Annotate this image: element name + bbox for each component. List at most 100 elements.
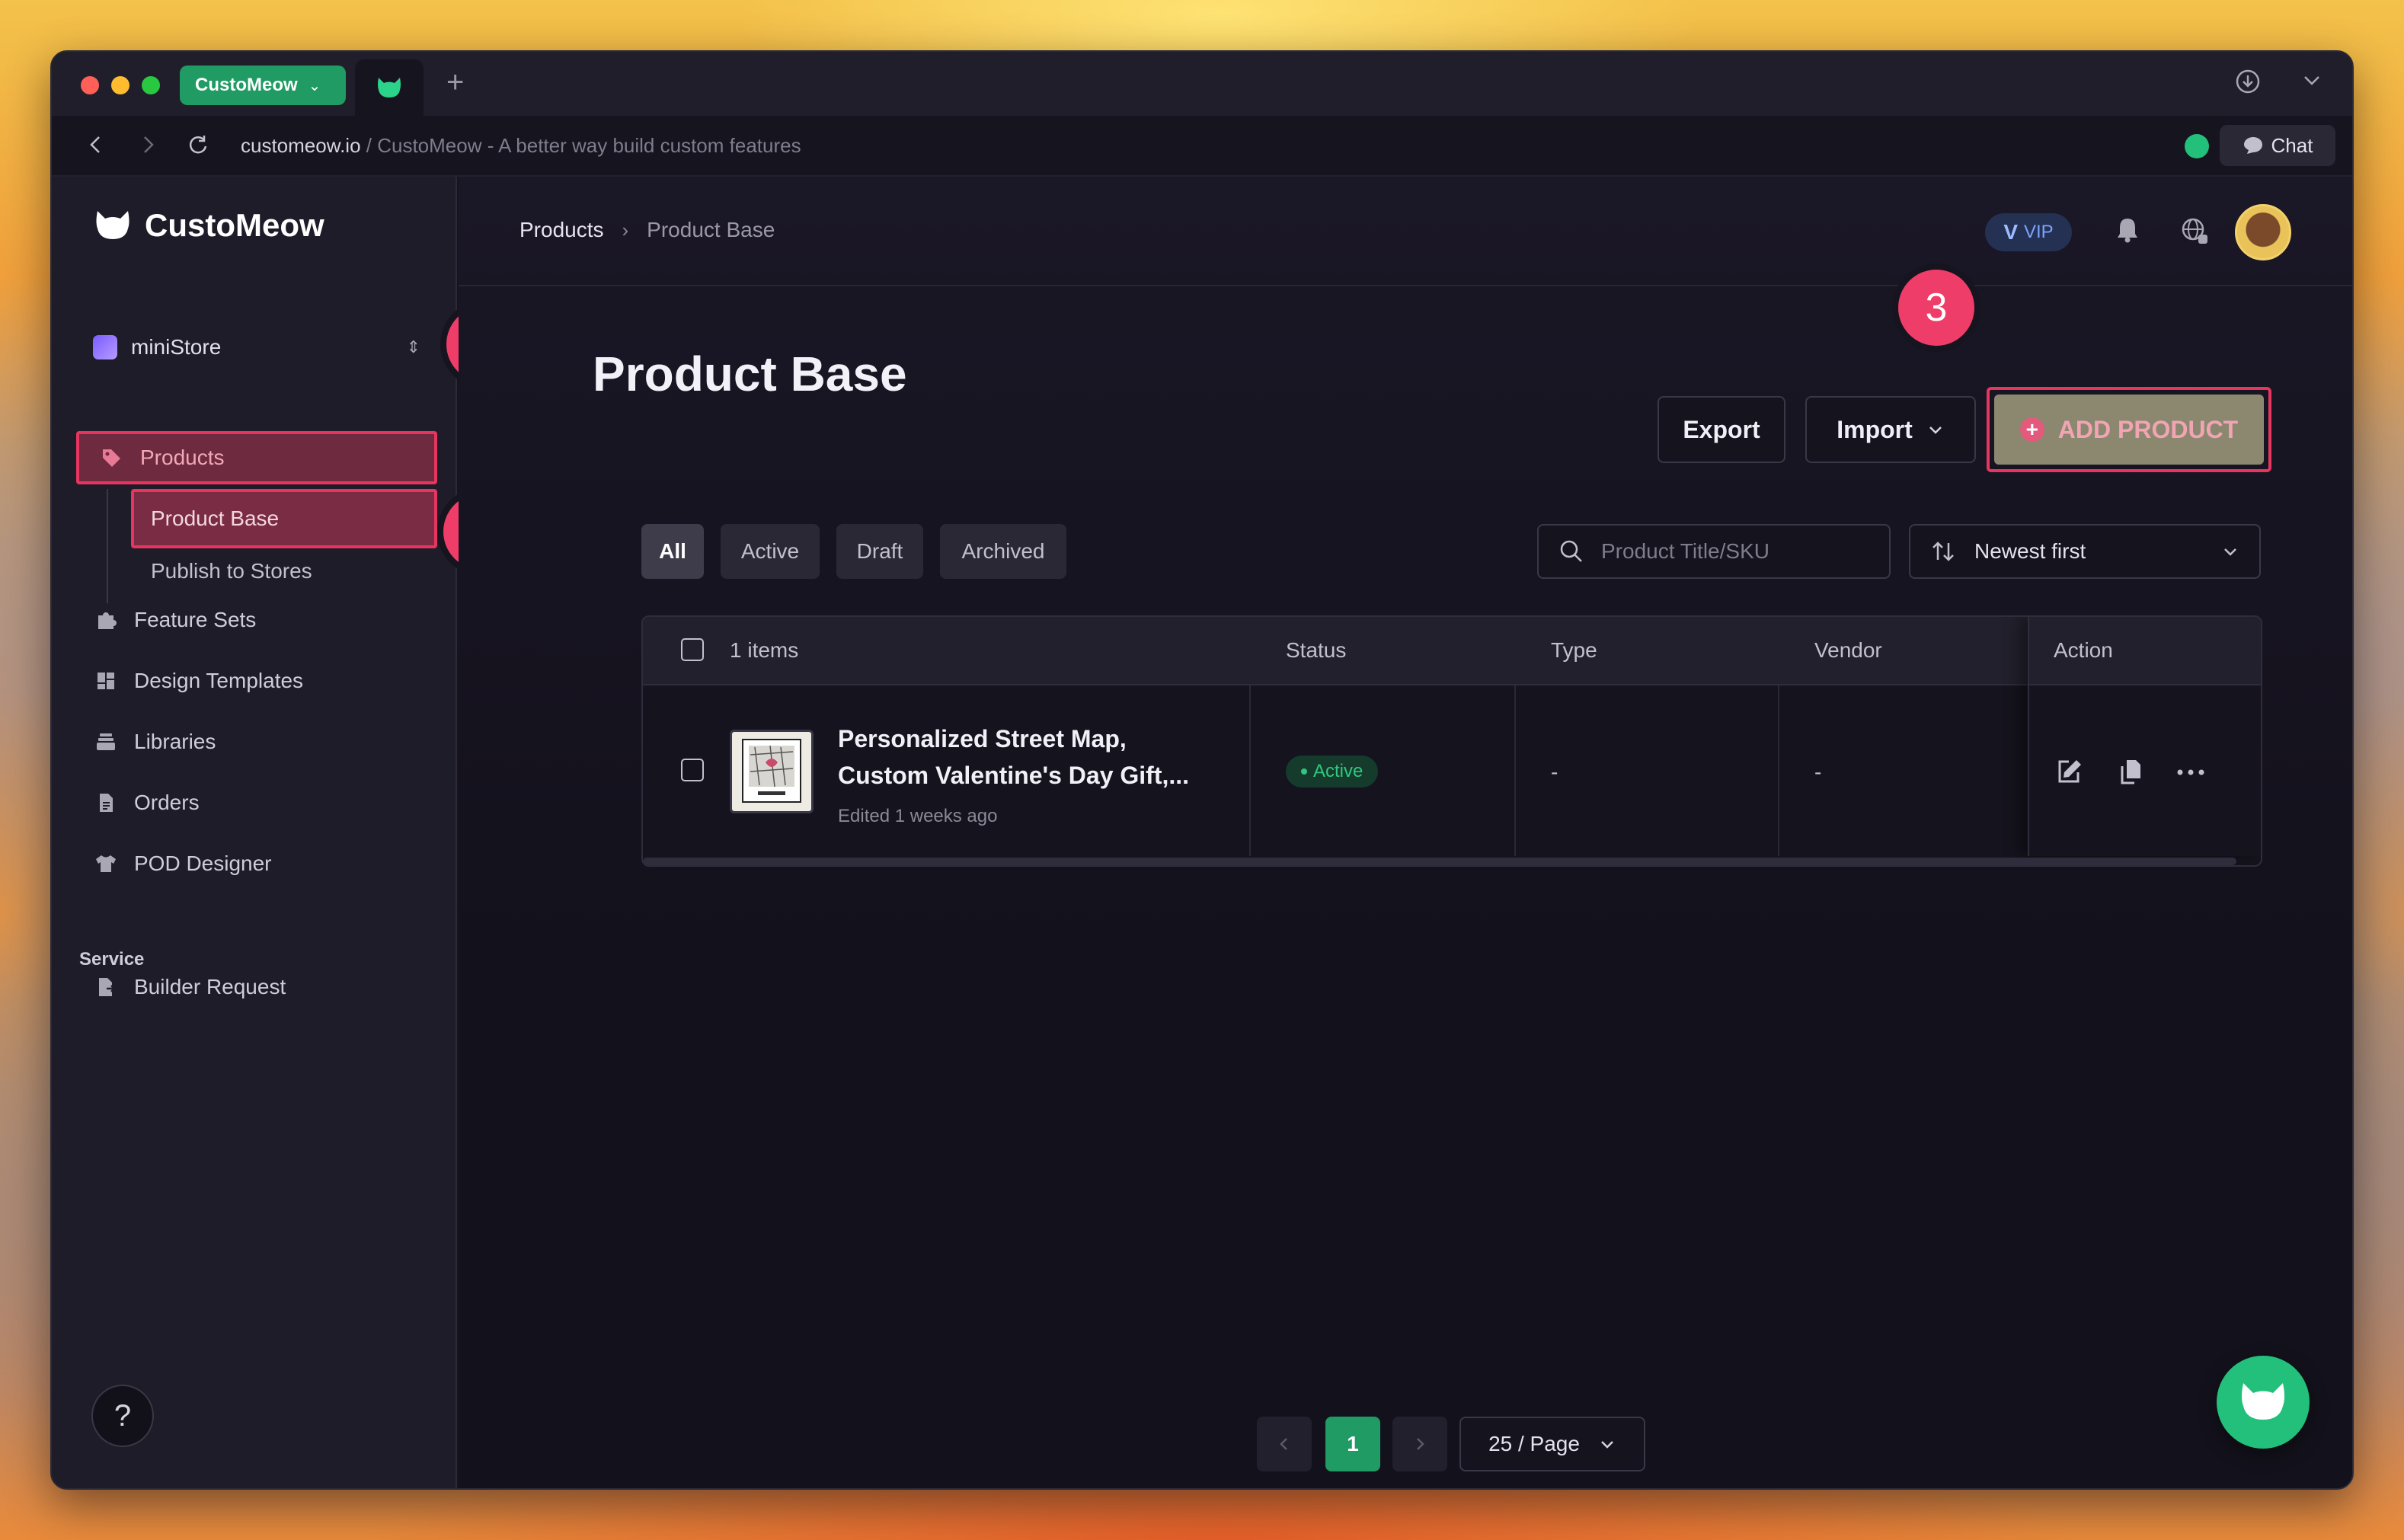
export-button[interactable]: Export — [1658, 396, 1785, 463]
sidebar-item-publish-to-stores[interactable]: Publish to Stores — [151, 559, 312, 583]
filter-tab-all[interactable]: All — [641, 524, 704, 579]
close-window-button[interactable] — [81, 76, 99, 94]
chat-bubble-icon — [2243, 137, 2262, 154]
duplicate-icon[interactable] — [2116, 757, 2147, 788]
page-1-button[interactable]: 1 — [1325, 1417, 1380, 1471]
bell-icon[interactable] — [2115, 216, 2140, 244]
filter-tab-active[interactable]: Active — [721, 524, 820, 579]
back-arrow-icon[interactable] — [82, 129, 108, 160]
header-type[interactable]: Type — [1551, 638, 1597, 663]
sidebar-item-label: Products — [140, 446, 225, 469]
globe-settings-icon[interactable] — [2180, 216, 2209, 245]
header-status[interactable]: Status — [1286, 638, 1346, 663]
url-text[interactable]: customeow.io / CustoMeow - A better way … — [241, 134, 801, 158]
table-header: 1 items Status Type Vendor Action — [643, 617, 2261, 685]
minimize-window-button[interactable] — [111, 76, 129, 94]
sidebar-item-label: Orders — [134, 791, 200, 814]
sort-select[interactable]: Newest first — [1909, 524, 2261, 579]
store-switcher[interactable]: miniStore ⇕ — [93, 329, 420, 366]
prev-page-button[interactable] — [1257, 1417, 1312, 1471]
status-badge: Active — [1286, 756, 1379, 788]
page-size-label: 25 / Page — [1488, 1432, 1580, 1455]
filter-tab-label: Archived — [961, 539, 1045, 563]
workspace-tab-label: CustoMeow — [195, 75, 298, 95]
more-options-icon[interactable] — [2174, 757, 2207, 788]
filter-tab-archived[interactable]: Archived — [940, 524, 1066, 579]
select-all-checkbox[interactable] — [681, 638, 704, 661]
chat-label: Chat — [2271, 133, 2313, 157]
brand-logo[interactable]: CustoMeow — [94, 207, 324, 244]
column-divider — [1514, 685, 1516, 856]
library-stack-icon — [94, 730, 117, 753]
horizontal-scrollbar[interactable] — [643, 858, 2236, 865]
extension-icon[interactable] — [2185, 134, 2209, 158]
sidebar-item-builder-request[interactable]: Builder Request — [94, 967, 422, 1007]
sidebar-item-label: Feature Sets — [134, 608, 257, 631]
vip-badge[interactable]: V VIP — [1985, 213, 2072, 251]
import-dropdown-button[interactable]: Import — [1805, 396, 1976, 463]
workspace-tab-pill[interactable]: CustoMeow ⌄ — [180, 65, 346, 105]
product-edited-time: Edited 1 weeks ago — [838, 806, 998, 826]
updown-chevron-icon: ⇕ — [406, 337, 420, 356]
browser-window: CustoMeow ⌄ + customeow.io / CustoMeow -… — [50, 50, 2354, 1490]
breadcrumb-products-link[interactable]: Products — [519, 218, 604, 242]
sort-arrows-icon — [1932, 542, 1954, 561]
column-divider — [1249, 685, 1251, 856]
search-input[interactable] — [1601, 539, 1875, 564]
active-tab[interactable] — [355, 59, 424, 116]
forward-arrow-icon[interactable] — [136, 129, 161, 160]
chevron-down-icon — [2224, 548, 2236, 556]
sidebar-item-product-base[interactable]: Product Base — [131, 489, 437, 548]
filter-tab-draft[interactable]: Draft — [836, 524, 923, 579]
header-items-count: 1 items — [730, 638, 799, 662]
next-page-button[interactable] — [1392, 1417, 1447, 1471]
sidebar-item-feature-sets[interactable]: Feature Sets — [94, 600, 422, 640]
tab-list-chevron-icon[interactable] — [2300, 69, 2323, 91]
reload-icon[interactable] — [183, 129, 213, 160]
user-avatar[interactable] — [2235, 204, 2291, 260]
help-button[interactable]: ? — [91, 1385, 154, 1447]
page-title: Product Base — [593, 347, 907, 401]
cat-logo-icon — [96, 211, 129, 239]
product-title-link[interactable]: Personalized Street Map, Custom Valentin… — [838, 720, 1219, 794]
row-checkbox[interactable] — [681, 759, 704, 781]
sidebar-item-libraries[interactable]: Libraries — [94, 722, 422, 762]
cat-logo-icon — [2242, 1383, 2284, 1420]
chevron-down-icon: ⌄ — [308, 77, 321, 94]
search-icon — [1560, 540, 1582, 562]
chevron-right-icon: › — [622, 218, 629, 241]
store-name: miniStore — [131, 335, 222, 359]
sidebar-item-pod-designer[interactable]: POD Designer — [94, 844, 422, 883]
sidebar-item-label: Product Base — [151, 506, 280, 530]
sidebar-item-products[interactable]: Products — [76, 431, 437, 484]
status-dot-icon — [1301, 768, 1307, 775]
cat-logo-icon — [378, 78, 401, 97]
chat-button[interactable]: Chat — [2220, 125, 2335, 166]
plus-circle-icon: + — [2019, 417, 2044, 442]
new-tab-icon[interactable]: + — [446, 65, 464, 100]
filter-tab-label: All — [659, 539, 686, 563]
url-host: customeow.io — [241, 134, 361, 157]
product-vendor: - — [1814, 760, 1822, 784]
top-header: Products › Product Base V VIP — [459, 177, 2352, 286]
download-icon[interactable] — [2235, 69, 2261, 94]
product-type: - — [1551, 760, 1558, 784]
sidebar-item-design-templates[interactable]: Design Templates — [94, 661, 422, 701]
page-number: 1 — [1347, 1432, 1359, 1455]
tag-icon — [103, 449, 120, 467]
add-product-button[interactable]: + ADD PRODUCT — [1994, 395, 2264, 465]
header-vendor[interactable]: Vendor — [1814, 638, 1882, 663]
document-icon — [94, 791, 117, 814]
edit-icon[interactable] — [2054, 757, 2084, 788]
sidebar-item-orders[interactable]: Orders — [94, 783, 422, 823]
zoom-window-button[interactable] — [142, 76, 160, 94]
support-chat-fab[interactable] — [2217, 1356, 2310, 1449]
address-bar: customeow.io / CustoMeow - A better way … — [52, 116, 2352, 177]
filter-tab-label: Draft — [856, 539, 903, 563]
page-size-select[interactable]: 25 / Page — [1459, 1417, 1645, 1471]
chevron-down-icon — [1601, 1441, 1613, 1449]
sidebar-item-label: POD Designer — [134, 851, 272, 875]
product-thumbnail[interactable] — [730, 730, 814, 813]
vip-v-icon: V — [2003, 220, 2018, 244]
export-label: Export — [1683, 415, 1760, 443]
